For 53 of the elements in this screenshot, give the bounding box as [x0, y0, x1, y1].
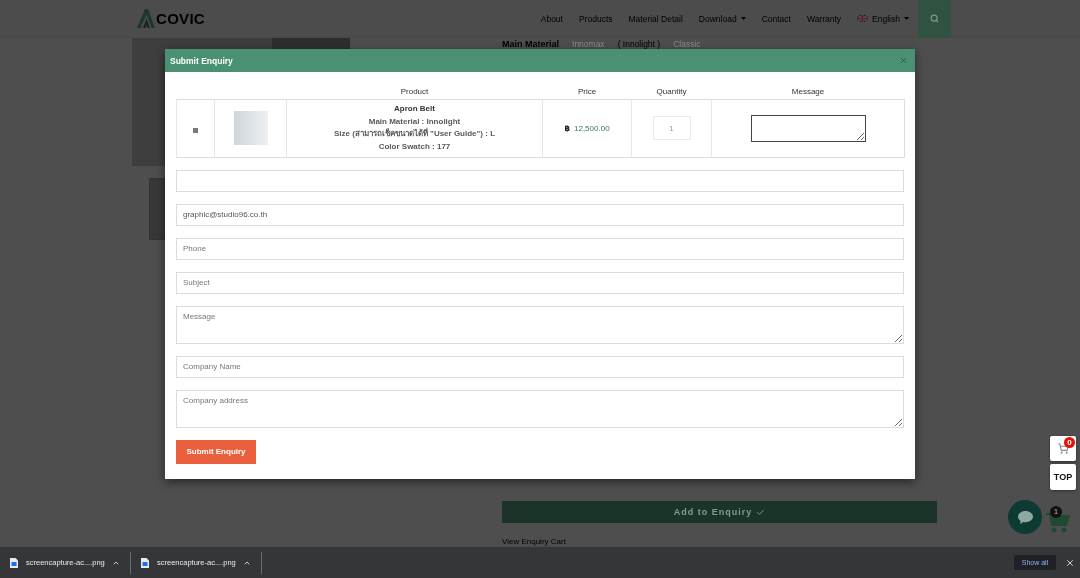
cart-count-badge: 0 [1064, 437, 1075, 448]
currency-symbol: ฿ [564, 123, 570, 133]
column-header: Product [400, 87, 429, 97]
text-field[interactable]: graphic@studio96.co.th [176, 203, 904, 226]
option-label: Main Material [502, 39, 559, 50]
text-field[interactable]: Phone [176, 237, 904, 260]
file-icon [141, 557, 149, 568]
photo-placeholder [233, 111, 268, 145]
column-header: Price [577, 87, 597, 97]
logo[interactable]: COVIC [132, 9, 205, 28]
text-field[interactable]: Subject [176, 271, 904, 294]
nav-link[interactable]: Warranty [806, 13, 842, 24]
text-field[interactable]: Company Name [176, 355, 904, 378]
logo-mark-icon [137, 9, 155, 28]
cart-icon [1046, 512, 1070, 534]
top-button[interactable]: TOP [1050, 464, 1076, 490]
chat-button[interactable] [1008, 500, 1042, 534]
textarea-field[interactable]: Message [176, 305, 904, 344]
close-icon [899, 56, 908, 65]
chat-icon [1017, 510, 1033, 524]
quantity-field[interactable]: 1 [652, 116, 691, 140]
product-name: Apron Belt [394, 103, 435, 115]
nav-link[interactable]: Download [698, 13, 746, 24]
nav-link[interactable]: Material Detail [628, 13, 683, 24]
add-to-enquiry-button[interactable]: Add to Enquiry [502, 501, 937, 523]
cart-count-badge: 1 [1050, 506, 1062, 518]
cart-button[interactable]: 0 [1050, 436, 1076, 461]
material-option[interactable]: Innomax [572, 39, 605, 50]
material-option[interactable]: ( Innolight ) [617, 39, 661, 50]
message-field[interactable] [750, 114, 866, 142]
price-text: 12,500.00 [574, 123, 610, 133]
flag-icon [857, 15, 869, 22]
dialog-title: Submit Enquiry [170, 55, 233, 66]
nav-link[interactable]: Contact [761, 13, 791, 24]
cart-icon [1057, 443, 1069, 454]
product-detail: Color Swatch : 177 [378, 140, 451, 153]
close-button[interactable] [1065, 557, 1075, 568]
search-icon [930, 14, 939, 23]
cart-link[interactable]: View Enquiry Cart [502, 537, 566, 546]
submit-button[interactable]: Submit Enquiry [176, 439, 256, 464]
column-header: Message [791, 87, 825, 97]
product-detail: Size (สามารถเช็คขนาดได้ที่ "User Guide") : L [333, 128, 495, 140]
column-header: Quantity [656, 87, 687, 97]
file-icon [10, 557, 18, 568]
nav-link[interactable]: Products [578, 13, 613, 24]
textarea-field[interactable]: Company address [176, 389, 904, 428]
product-detail: Main Material : Innolight [368, 115, 461, 128]
card-background [149, 178, 165, 240]
close-icon [1065, 557, 1075, 568]
text-field[interactable] [176, 169, 904, 192]
language-menu[interactable]: English [857, 13, 909, 24]
check-icon [756, 507, 766, 517]
nav-link[interactable]: About [540, 13, 563, 24]
